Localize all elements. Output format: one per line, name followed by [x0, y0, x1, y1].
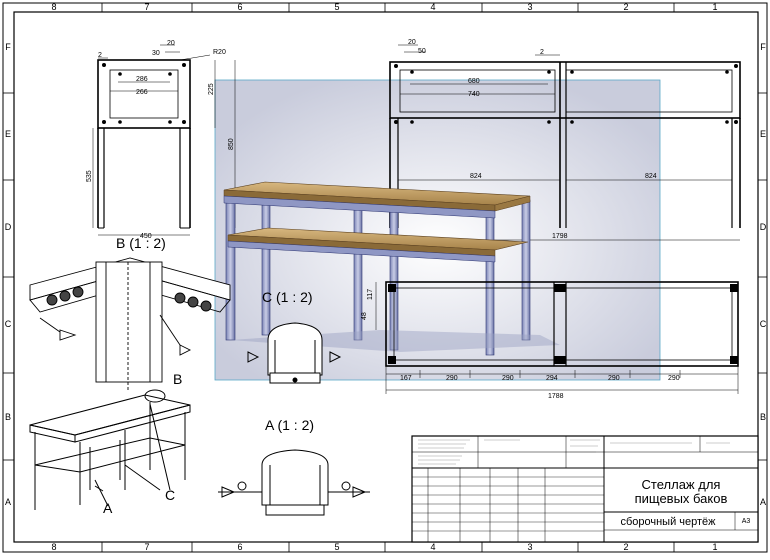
dim-label: 48 [361, 312, 368, 320]
zone-row-label: D [5, 222, 12, 232]
sheet-format: А3 [742, 518, 751, 525]
drawing-sheet: 8 7 6 5 4 3 2 1 8 7 6 5 4 3 2 1 F E D C … [0, 0, 770, 555]
zone-row-label: C [760, 319, 767, 329]
zone-col-label: 8 [51, 2, 56, 12]
dim-label: 1798 [552, 233, 568, 240]
zone-col-label: 4 [430, 2, 435, 12]
dim-label: 225 [208, 83, 215, 95]
drawing-title-line1: Стеллаж для [642, 477, 721, 492]
zone-row-label: F [5, 42, 11, 52]
zone-col-label: 3 [527, 2, 532, 12]
zone-col-label: 7 [144, 542, 149, 552]
detail-c-label: C (1 : 2) [262, 289, 313, 305]
dim-label: 266 [136, 89, 148, 96]
zone-col-label: 3 [527, 542, 532, 552]
dim-label: 290 [668, 375, 680, 382]
dim-label: 290 [502, 375, 514, 382]
zone-col-label: 6 [237, 2, 242, 12]
zone-col-label: 4 [430, 542, 435, 552]
detail-b-label: B (1 : 2) [116, 235, 166, 251]
detail-a-label: A (1 : 2) [265, 417, 314, 433]
dim-label: 740 [468, 91, 480, 98]
zone-row-label: E [5, 129, 11, 139]
zone-col-label: 6 [237, 542, 242, 552]
zone-col-label: 5 [334, 2, 339, 12]
dim-label: 286 [136, 76, 148, 83]
dim-label: 50 [418, 48, 426, 55]
zone-row-label: F [760, 42, 766, 52]
dim-label: 680 [468, 78, 480, 85]
dim-label: 850 [228, 138, 235, 150]
zone-row-label: E [760, 129, 766, 139]
dim-label: 535 [86, 170, 93, 182]
dim-label: 294 [546, 375, 558, 382]
zone-row-label: D [760, 222, 767, 232]
dim-label: R20 [213, 49, 226, 56]
callout-a: A [103, 500, 113, 516]
dim-label: 30 [152, 50, 160, 57]
zone-row-label: A [760, 497, 766, 507]
dim-label: 20 [408, 39, 416, 46]
dim-label: 824 [645, 173, 657, 180]
drawing-canvas: 8 7 6 5 4 3 2 1 8 7 6 5 4 3 2 1 F E D C … [2, 2, 768, 553]
zone-row-label: B [5, 412, 11, 422]
zone-row-label: B [760, 412, 766, 422]
callout-b: B [173, 371, 182, 387]
drawing-title-line2: пищевых баков [635, 491, 728, 506]
zone-col-label: 1 [712, 542, 717, 552]
dim-label: 290 [446, 375, 458, 382]
dim-label: 290 [608, 375, 620, 382]
zone-row-label: C [5, 319, 12, 329]
zone-col-label: 8 [51, 542, 56, 552]
dim-label: 20 [167, 40, 175, 47]
drawing-subtitle: сборочный чертёж [620, 516, 716, 528]
dim-label: 824 [470, 173, 482, 180]
zone-col-label: 2 [623, 2, 628, 12]
zone-col-label: 7 [144, 2, 149, 12]
zone-col-label: 2 [623, 542, 628, 552]
dim-label: 117 [367, 289, 374, 300]
dim-label: 1788 [548, 393, 564, 400]
dim-label: 2 [540, 49, 544, 56]
callout-c: C [165, 487, 175, 503]
zone-row-label: A [5, 497, 11, 507]
dim-label: 167 [400, 375, 412, 382]
dim-label: 2 [98, 52, 102, 59]
zone-col-label: 5 [334, 542, 339, 552]
zone-col-label: 1 [712, 2, 717, 12]
